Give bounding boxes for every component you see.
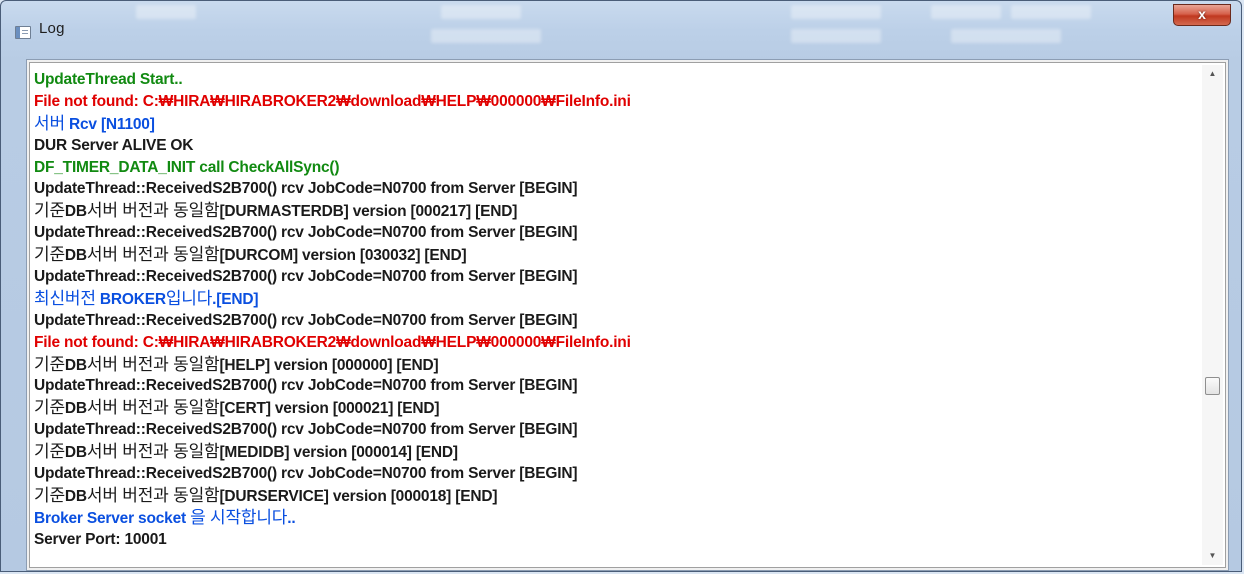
scroll-down-arrow-icon[interactable]: ▼	[1202, 547, 1223, 565]
log-line: UpdateThread::ReceivedS2B700() rcv JobCo…	[34, 311, 578, 329]
log-line: UpdateThread::ReceivedS2B700() rcv JobCo…	[34, 421, 578, 439]
vertical-scrollbar[interactable]: ▲ ▼	[1202, 65, 1223, 565]
log-line: File not found: C:₩HIRA₩HIRABROKER2₩down…	[34, 333, 631, 351]
log-line: DUR Server ALIVE OK	[34, 136, 194, 154]
log-line: Server Port: 10001	[34, 530, 167, 548]
log-line: 기준DB서버 버전과 동일함[DURSERVICE] version [0000…	[34, 485, 498, 505]
log-line: 기준DB서버 버전과 동일함[CERT] version [000021] [E…	[34, 398, 440, 418]
log-line: UpdateThread::ReceivedS2B700() rcv JobCo…	[34, 180, 578, 198]
log-window: Log x UpdateThread Start.. File not found…	[0, 0, 1242, 572]
log-line: File not found: C:₩HIRA₩HIRABROKER2₩down…	[34, 92, 631, 110]
log-line: 기준DB서버 버전과 동일함[MEDIDB] version [000014] …	[34, 442, 458, 462]
log-textbox[interactable]: UpdateThread Start.. File not found: C:₩H…	[29, 62, 1226, 568]
log-line: 기준DB서버 버전과 동일함[HELP] version [000000] [E…	[34, 354, 439, 374]
title-bar[interactable]: Log x	[1, 1, 1241, 53]
window-icon	[15, 26, 31, 39]
scroll-thumb[interactable]	[1205, 377, 1220, 395]
log-line: UpdateThread::ReceivedS2B700() rcv JobCo…	[34, 268, 578, 286]
client-area: UpdateThread Start.. File not found: C:₩H…	[26, 59, 1229, 571]
log-lines: UpdateThread Start.. File not found: C:₩H…	[34, 69, 1194, 551]
close-button[interactable]: x	[1173, 4, 1231, 26]
log-line: UpdateThread::ReceivedS2B700() rcv JobCo…	[34, 377, 578, 395]
log-line: 기준DB서버 버전과 동일함[DURCOM] version [030032] …	[34, 245, 467, 265]
log-line: UpdateThread Start..	[34, 71, 183, 88]
window-title: Log	[39, 20, 65, 37]
log-line: UpdateThread::ReceivedS2B700() rcv JobCo…	[34, 465, 578, 483]
log-line: Broker Server socket 을 시작합니다..	[34, 507, 296, 527]
log-line: UpdateThread::ReceivedS2B700() rcv JobCo…	[34, 224, 578, 242]
log-line: 최신버전 BROKER입니다.[END]	[34, 288, 259, 308]
log-line: 기준DB서버 버전과 동일함[DURMASTERDB] version [000…	[34, 201, 518, 221]
log-line: DF_TIMER_DATA_INIT call CheckAllSync()	[34, 158, 340, 176]
log-line: 서버 Rcv [N1100]	[34, 113, 155, 133]
scroll-up-arrow-icon[interactable]: ▲	[1202, 65, 1223, 83]
